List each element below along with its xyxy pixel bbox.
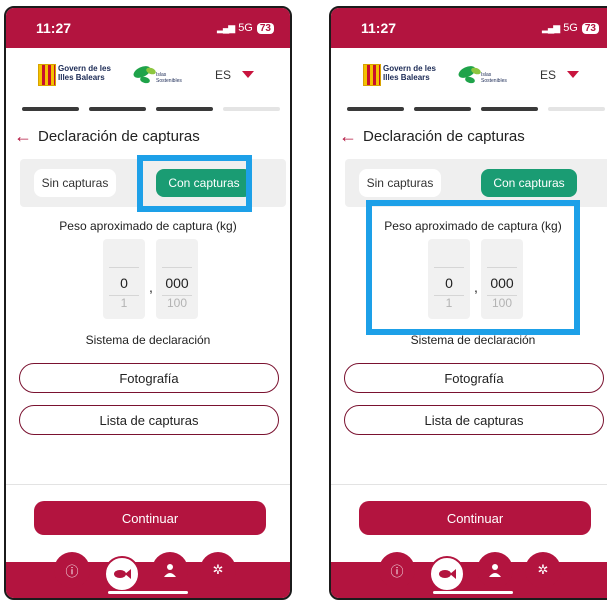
tab-bar: ⓘ ✲ <box>6 552 290 598</box>
app-header: Govern de les Illes Balears Islas Sosten… <box>6 48 290 100</box>
progress-step <box>481 107 538 111</box>
battery-icon: 73 <box>581 22 599 34</box>
progress-step <box>22 107 79 111</box>
govern-logo-icon <box>38 64 56 86</box>
user-tab-icon[interactable] <box>152 552 188 588</box>
status-time: 11:27 <box>361 20 397 36</box>
weight-label: Peso aproximado de captura (kg) <box>59 219 237 233</box>
page-title: Declaración de capturas <box>363 127 525 145</box>
language-selector[interactable]: ES <box>540 68 556 82</box>
caret-down-icon[interactable] <box>242 71 254 78</box>
signal-icon: ▂▄▆ <box>216 22 235 33</box>
page-title: Declaración de capturas <box>38 127 200 145</box>
info-tab-icon[interactable]: ⓘ <box>379 552 415 588</box>
status-time: 11:27 <box>36 20 72 36</box>
network-label: 5G <box>238 22 253 34</box>
progress-step <box>347 107 404 111</box>
lista-capturas-button[interactable]: Lista de capturas <box>344 405 604 435</box>
weight-integer-picker[interactable]: 0 1 <box>103 239 145 319</box>
home-indicator <box>433 591 513 594</box>
caret-down-icon[interactable] <box>567 71 579 78</box>
title-bar: ← Declaración de capturas <box>339 125 607 147</box>
progress-step <box>223 107 280 111</box>
user-tab-icon[interactable] <box>477 552 513 588</box>
settings-tab-icon[interactable]: ✲ <box>200 552 236 588</box>
title-bar: ← Declaración de capturas <box>14 125 284 147</box>
lista-capturas-button[interactable]: Lista de capturas <box>19 405 279 435</box>
weight-decimal-picker[interactable]: 000 100 <box>156 239 198 319</box>
con-capturas-button[interactable]: Con capturas <box>481 169 577 197</box>
tab-bar: ⓘ ✲ <box>331 552 607 598</box>
highlight-box-weight-picker <box>366 200 580 335</box>
islas-logo-text: Islas Sostenibles <box>481 72 507 84</box>
fish-tab-icon[interactable] <box>104 556 140 592</box>
progress-step <box>548 107 605 111</box>
home-indicator <box>108 591 188 594</box>
govern-logo: Govern de les Illes Balears <box>383 64 436 82</box>
signal-icon: ▂▄▆ <box>541 22 560 33</box>
continue-button[interactable]: Continuar <box>359 501 591 535</box>
battery-icon: 73 <box>256 22 274 34</box>
status-bar: 11:27 ▂▄▆ 5G 73 <box>6 8 290 48</box>
progress-step <box>414 107 471 111</box>
highlight-box-con-capturas <box>137 155 252 212</box>
govern-logo: Govern de les Illes Balears <box>58 64 111 82</box>
progress-step <box>89 107 146 111</box>
picker-next-value: 1 <box>120 296 128 310</box>
progress-step <box>156 107 213 111</box>
sistema-label: Sistema de declaración <box>85 333 211 347</box>
sin-capturas-button[interactable]: Sin capturas <box>359 169 441 197</box>
decimal-separator: , <box>149 279 153 295</box>
settings-tab-icon[interactable]: ✲ <box>525 552 561 588</box>
sin-capturas-button[interactable]: Sin capturas <box>34 169 116 197</box>
govern-logo-icon <box>363 64 381 86</box>
fotografia-button[interactable]: Fotografía <box>344 363 604 393</box>
info-tab-icon[interactable]: ⓘ <box>54 552 90 588</box>
sistema-label: Sistema de declaración <box>410 333 536 347</box>
picker-current-value: 0 <box>120 275 128 291</box>
fotografia-button[interactable]: Fotografía <box>19 363 279 393</box>
step-progress <box>22 107 280 111</box>
step-progress <box>347 107 605 111</box>
app-header: Govern de les Illes Balears Islas Sosten… <box>331 48 607 100</box>
phone-screen-left: 11:27 ▂▄▆ 5G 73 Govern de les Illes Bale… <box>4 6 292 600</box>
islas-logo-text: Islas Sostenibles <box>156 72 182 84</box>
fish-tab-icon[interactable] <box>429 556 465 592</box>
picker-next-value: 100 <box>166 296 188 310</box>
status-bar: 11:27 ▂▄▆ 5G 73 <box>331 8 607 48</box>
continue-button[interactable]: Continuar <box>34 501 266 535</box>
picker-current-value: 000 <box>165 275 189 291</box>
language-selector[interactable]: ES <box>215 68 231 82</box>
divider <box>6 484 290 485</box>
back-arrow-icon[interactable]: ← <box>14 126 38 147</box>
back-arrow-icon[interactable]: ← <box>339 126 363 147</box>
divider <box>331 484 607 485</box>
network-label: 5G <box>563 22 578 34</box>
